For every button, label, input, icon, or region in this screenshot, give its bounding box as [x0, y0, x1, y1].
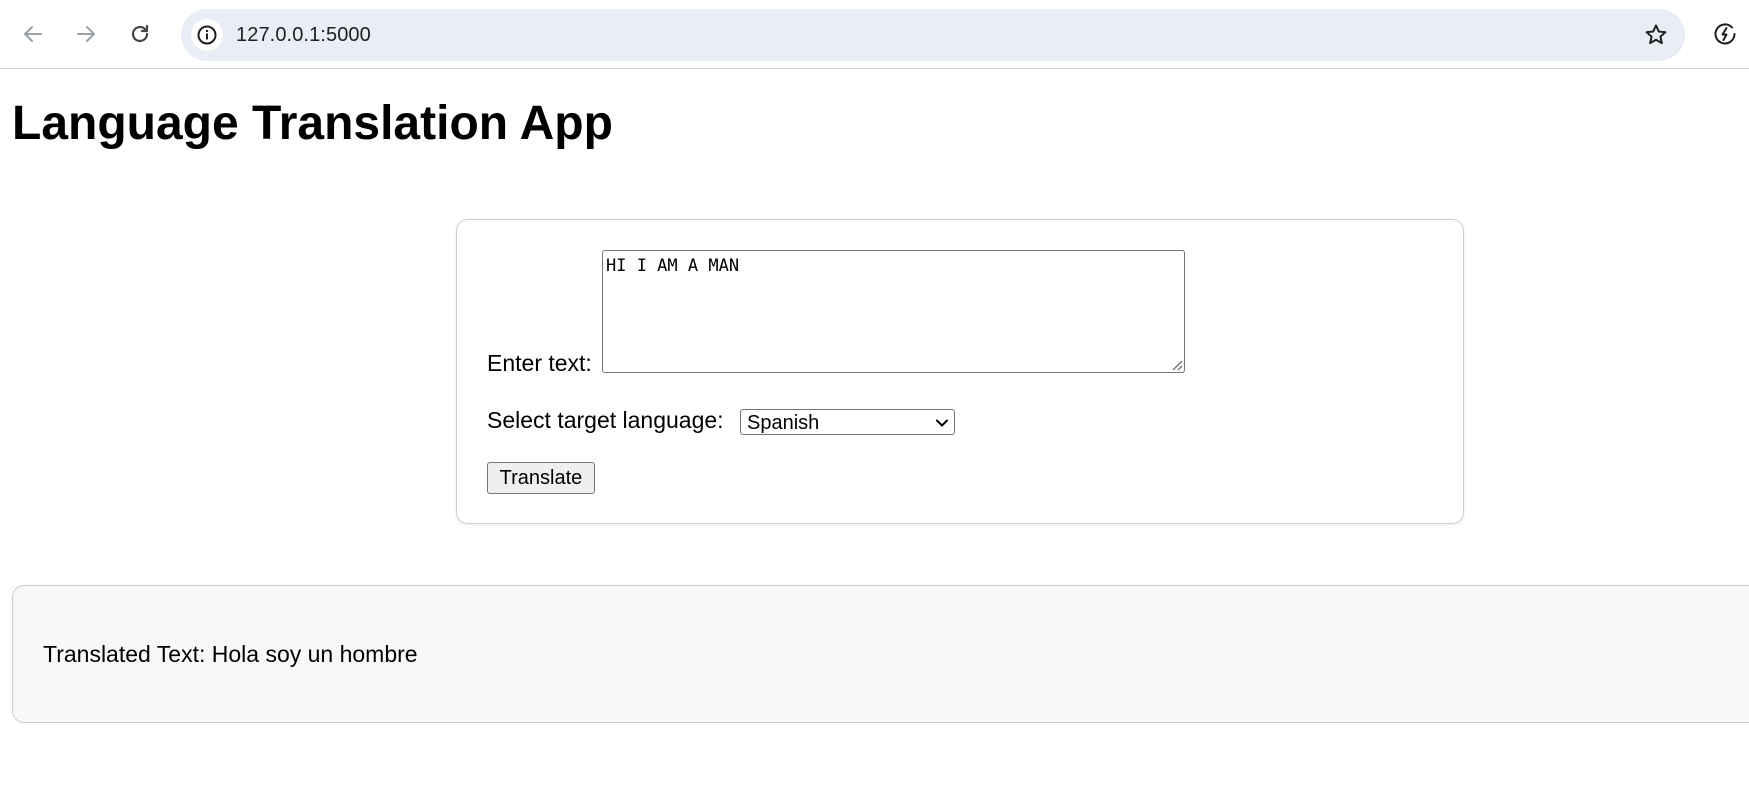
translate-button[interactable]: Translate [487, 462, 595, 494]
back-button[interactable] [13, 14, 53, 54]
browser-toolbar: 127.0.0.1:5000 [0, 0, 1749, 69]
language-select-label: Select target language: [487, 407, 724, 433]
chevron-down-icon [936, 419, 948, 427]
reload-button[interactable] [120, 14, 160, 54]
arrow-left-icon [21, 22, 45, 46]
language-select[interactable]: Spanish [740, 409, 955, 435]
forward-button[interactable] [66, 14, 106, 54]
resize-handle-icon[interactable] [1169, 357, 1183, 371]
translation-form: Enter text: HI I AM A MAN Select target … [456, 219, 1464, 524]
translated-text: Translated Text: Hola soy un hombre [43, 641, 418, 668]
reload-icon [128, 22, 152, 46]
language-select-value: Spanish [747, 412, 820, 434]
text-input[interactable]: HI I AM A MAN [602, 250, 1185, 373]
translated-text-value: Hola soy un hombre [211, 641, 418, 667]
translated-text-prefix: Translated Text: [43, 641, 206, 667]
star-icon[interactable] [1641, 20, 1671, 50]
energy-saver-icon[interactable] [1709, 18, 1741, 50]
info-icon[interactable] [191, 19, 223, 51]
page-title: Language Translation App [12, 97, 613, 150]
arrow-right-icon [74, 22, 98, 46]
result-panel: Translated Text: Hola soy un hombre [12, 585, 1749, 723]
url-text[interactable]: 127.0.0.1:5000 [236, 24, 371, 47]
address-bar[interactable]: 127.0.0.1:5000 [181, 9, 1685, 61]
text-input-label: Enter text: [487, 350, 592, 376]
